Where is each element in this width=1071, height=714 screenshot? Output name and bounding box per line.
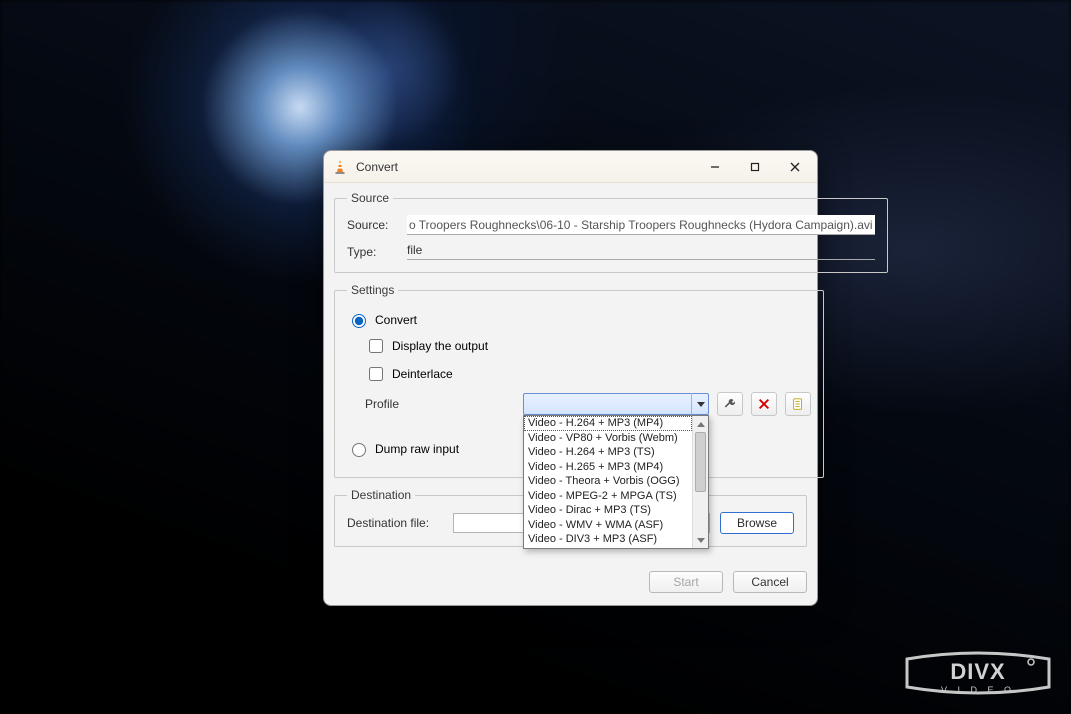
display-output-label: Display the output <box>392 339 488 353</box>
deinterlace-label: Deinterlace <box>392 367 453 381</box>
display-output-checkbox[interactable]: Display the output <box>365 336 811 356</box>
profile-dropdown-display[interactable] <box>523 393 709 415</box>
deinterlace-checkbox[interactable]: Deinterlace <box>365 364 811 384</box>
cancel-button-label: Cancel <box>751 575 788 589</box>
convert-dialog: Convert Source Source: o Troopers Roughn… <box>323 150 818 606</box>
minimize-button[interactable] <box>695 152 735 182</box>
profile-option[interactable]: Video - H.264 + MP3 (MP4) <box>524 416 692 431</box>
cancel-button[interactable]: Cancel <box>733 571 807 593</box>
source-label: Source: <box>347 218 399 232</box>
chevron-down-icon <box>697 538 705 543</box>
destination-file-label: Destination file: <box>347 516 443 530</box>
source-group: Source Source: o Troopers Roughnecks\06-… <box>334 191 888 273</box>
source-path-field[interactable]: o Troopers Roughnecks\06-10 - Starship T… <box>407 215 875 235</box>
profile-option[interactable]: Video - Theora + Vorbis (OGG) <box>524 474 692 489</box>
edit-profile-button[interactable] <box>717 392 743 416</box>
settings-group: Settings Convert Display the output Dein… <box>334 283 824 478</box>
chevron-down-icon <box>697 402 705 407</box>
dropdown-scrollbar[interactable] <box>692 416 708 548</box>
divx-watermark: DIVX V I D E O <box>903 647 1053 706</box>
deinterlace-input[interactable] <box>369 367 383 381</box>
profile-dropdown-list[interactable]: Video - H.264 + MP3 (MP4)Video - VP80 + … <box>523 415 709 549</box>
profile-option[interactable]: Video - Dirac + MP3 (TS) <box>524 503 692 518</box>
screen: DIVX V I D E O Convert Source Source: o … <box>0 0 1071 714</box>
chevron-up-icon <box>697 422 705 427</box>
destination-legend: Destination <box>347 488 415 502</box>
source-legend: Source <box>347 191 393 205</box>
scroll-up-button[interactable] <box>693 416 708 432</box>
titlebar[interactable]: Convert <box>324 151 817 183</box>
convert-radio-input[interactable] <box>352 314 366 328</box>
dump-raw-label: Dump raw input <box>375 442 459 456</box>
display-output-input[interactable] <box>369 339 383 353</box>
start-button-label: Start <box>673 575 698 589</box>
profile-option[interactable]: Audio - Vorbis (OGG) <box>524 547 692 550</box>
x-icon <box>757 397 771 411</box>
type-label: Type: <box>347 245 399 259</box>
convert-radio-label: Convert <box>375 313 417 327</box>
convert-radio[interactable]: Convert <box>347 311 811 328</box>
scroll-track[interactable] <box>693 432 708 532</box>
profile-label: Profile <box>365 397 415 411</box>
divx-sub-text: V I D E O <box>941 685 1015 695</box>
divx-brand-text: DIVX <box>950 659 1005 684</box>
profile-option[interactable]: Video - VP80 + Vorbis (Webm) <box>524 431 692 446</box>
wrench-icon <box>723 397 737 411</box>
vlc-cone-icon <box>332 159 348 175</box>
profile-option[interactable]: Video - WMV + WMA (ASF) <box>524 518 692 533</box>
new-document-icon <box>791 397 805 411</box>
settings-legend: Settings <box>347 283 398 297</box>
start-button[interactable]: Start <box>649 571 723 593</box>
dialog-footer: Start Cancel <box>324 567 817 605</box>
profile-dropdown-button[interactable] <box>691 393 709 415</box>
scroll-thumb[interactable] <box>695 432 706 492</box>
scroll-down-button[interactable] <box>693 532 708 548</box>
browse-button[interactable]: Browse <box>720 512 794 534</box>
new-profile-button[interactable] <box>785 392 811 416</box>
delete-profile-button[interactable] <box>751 392 777 416</box>
dialog-title: Convert <box>356 160 695 174</box>
browse-button-label: Browse <box>737 516 777 530</box>
close-button[interactable] <box>775 152 815 182</box>
type-value: file <box>407 243 875 260</box>
profile-dropdown[interactable]: Video - H.264 + MP3 (MP4)Video - VP80 + … <box>523 393 709 415</box>
profile-option[interactable]: Video - DIV3 + MP3 (ASF) <box>524 532 692 547</box>
profile-option[interactable]: Video - H.265 + MP3 (MP4) <box>524 460 692 475</box>
dump-raw-input[interactable] <box>352 443 366 457</box>
maximize-button[interactable] <box>735 152 775 182</box>
profile-option[interactable]: Video - H.264 + MP3 (TS) <box>524 445 692 460</box>
profile-option[interactable]: Video - MPEG-2 + MPGA (TS) <box>524 489 692 504</box>
